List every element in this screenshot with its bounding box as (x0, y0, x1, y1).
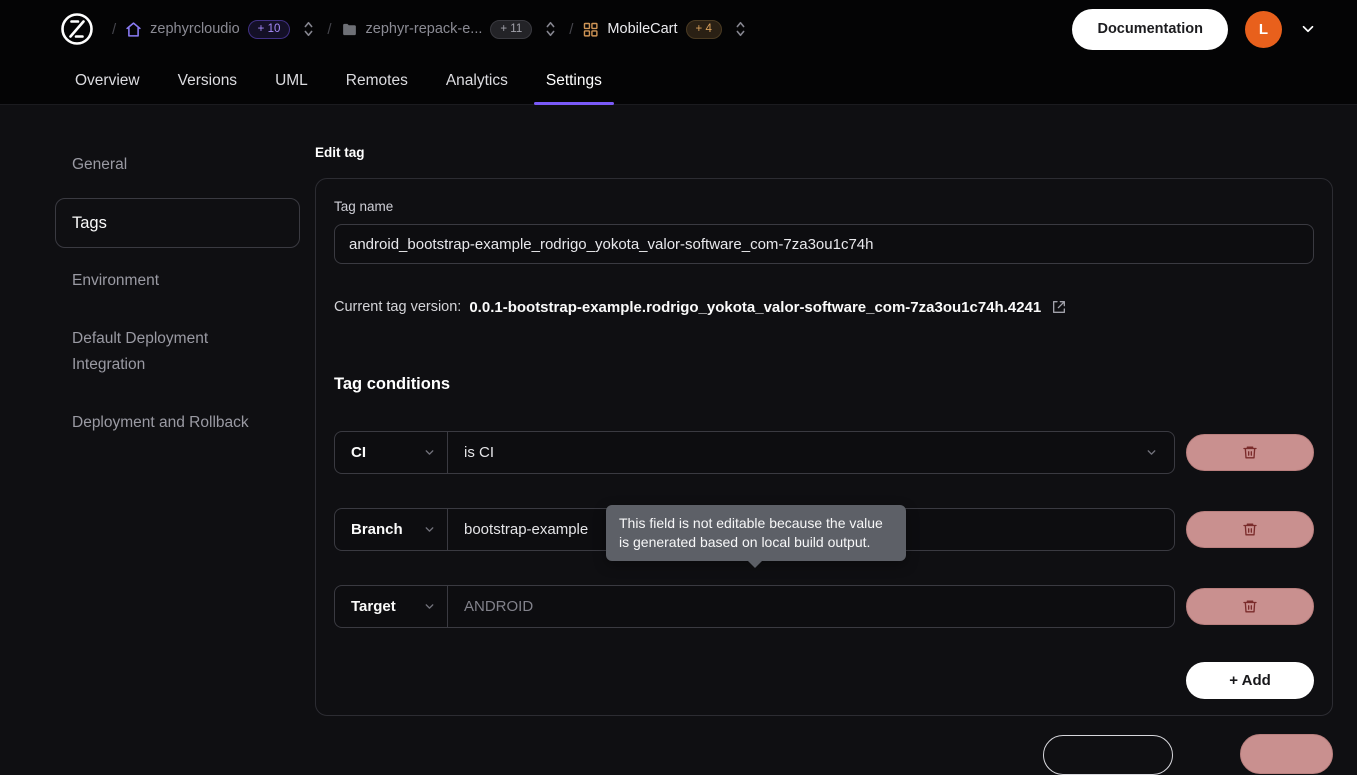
trash-icon (1242, 521, 1258, 538)
delete-condition-button[interactable] (1186, 588, 1314, 625)
tab-label: Remotes (346, 72, 408, 90)
sidebar-item-default-deployment-integration[interactable]: Default Deployment Integration (55, 314, 300, 390)
up-down-chevrons-icon (301, 19, 316, 39)
breadcrumb-separator: / (569, 21, 573, 38)
sidebar-item-tags[interactable]: Tags (55, 198, 300, 248)
condition-type-label: Target (351, 598, 396, 615)
trash-icon (1242, 444, 1258, 461)
tab-settings[interactable]: Settings (534, 58, 614, 104)
app-selector-button[interactable] (731, 19, 750, 39)
org-selector-button[interactable] (299, 19, 318, 39)
breadcrumb-separator: / (112, 21, 116, 38)
current-version-value: 0.0.1-bootstrap-example.rodrigo_yokota_v… (469, 299, 1041, 316)
zephyr-logo-icon[interactable] (58, 10, 96, 48)
org-name: zephyrcloudio (150, 21, 239, 37)
condition-type-select[interactable]: CI (334, 431, 447, 474)
header: / zephyrcloudio + 10 / (0, 0, 1357, 105)
breadcrumb-org[interactable]: zephyrcloudio + 10 (125, 20, 290, 39)
tab-label: Overview (75, 72, 140, 90)
tab-label: Versions (178, 72, 237, 90)
condition-type-label: Branch (351, 521, 403, 538)
sidebar-item-environment[interactable]: Environment (55, 256, 300, 306)
condition-value-label: ANDROID (464, 598, 533, 615)
chevron-down-icon (423, 523, 436, 536)
breadcrumb: / zephyrcloudio + 10 / (112, 19, 750, 39)
current-version-line: Current tag version: 0.0.1-bootstrap-exa… (334, 298, 1314, 316)
top-bar: / zephyrcloudio + 10 / (0, 0, 1357, 58)
breadcrumb-separator: / (327, 21, 331, 38)
edit-tag-card: Tag name Current tag version: 0.0.1-boot… (315, 178, 1333, 716)
app-name: MobileCart (607, 21, 677, 37)
chevron-down-icon (423, 446, 436, 459)
breadcrumb-project[interactable]: zephyr-repack-e... + 11 (341, 20, 533, 39)
tab-label: Analytics (446, 72, 508, 90)
tooltip-arrow (747, 560, 763, 568)
app-modules-icon (582, 21, 599, 38)
add-condition-button[interactable]: + Add (1186, 662, 1314, 699)
up-down-chevrons-icon (733, 19, 748, 39)
settings-sidebar: General Tags Environment Default Deploym… (55, 140, 300, 456)
app-count-badge: + 4 (686, 20, 722, 39)
sidebar-item-general[interactable]: General (55, 140, 300, 190)
main-content: Edit tag Tag name Current tag version: 0… (315, 145, 1333, 716)
tag-name-input[interactable] (334, 224, 1314, 264)
tag-name-label: Tag name (334, 199, 1314, 216)
condition-type-select[interactable]: Branch (334, 508, 447, 551)
condition-value-label: is CI (464, 444, 494, 461)
user-menu-chevron-down-icon[interactable] (1299, 20, 1317, 38)
up-down-chevrons-icon (543, 19, 558, 39)
project-count-badge: + 11 (490, 20, 532, 39)
tab-uml[interactable]: UML (263, 58, 320, 104)
condition-type-label: CI (351, 444, 366, 461)
tab-versions[interactable]: Versions (166, 58, 249, 104)
condition-value-select[interactable]: is CI (447, 431, 1175, 474)
tab-analytics[interactable]: Analytics (434, 58, 520, 104)
tab-label: Settings (546, 72, 602, 90)
project-name: zephyr-repack-e... (366, 21, 483, 37)
tooltip-text: This field is not editable because the v… (619, 515, 883, 550)
folder-icon (341, 21, 358, 38)
trash-icon (1242, 598, 1258, 615)
project-selector-button[interactable] (541, 19, 560, 39)
tab-overview[interactable]: Overview (63, 58, 152, 104)
bottom-danger-button[interactable] (1240, 734, 1333, 774)
top-right-actions: Documentation L (1072, 9, 1317, 50)
chevron-down-icon (1145, 446, 1158, 459)
delete-condition-button[interactable] (1186, 511, 1314, 548)
documentation-button[interactable]: Documentation (1072, 9, 1228, 50)
condition-row-target: Target ANDROID (334, 585, 1314, 628)
page-title: Edit tag (315, 145, 1333, 162)
condition-row-ci: CI is CI (334, 431, 1314, 474)
home-icon (125, 21, 142, 38)
sidebar-item-deployment-and-rollback[interactable]: Deployment and Rollback (55, 398, 300, 448)
delete-condition-button[interactable] (1186, 434, 1314, 471)
tab-label: UML (275, 72, 308, 90)
tab-remotes[interactable]: Remotes (334, 58, 420, 104)
field-not-editable-tooltip: This field is not editable because the v… (606, 505, 906, 561)
current-version-label: Current tag version: (334, 299, 461, 315)
chevron-down-icon (423, 600, 436, 613)
add-row: + Add (334, 662, 1314, 699)
tag-conditions-title: Tag conditions (334, 375, 1314, 394)
main-nav: Overview Versions UML Remotes Analytics … (0, 58, 1357, 104)
user-avatar[interactable]: L (1245, 11, 1282, 48)
breadcrumb-app[interactable]: MobileCart + 4 (582, 20, 721, 39)
condition-value-field-disabled: ANDROID (447, 585, 1175, 628)
org-count-badge: + 10 (248, 20, 291, 39)
bottom-secondary-button[interactable] (1043, 735, 1173, 775)
external-link-icon[interactable] (1051, 299, 1067, 315)
condition-type-select[interactable]: Target (334, 585, 447, 628)
